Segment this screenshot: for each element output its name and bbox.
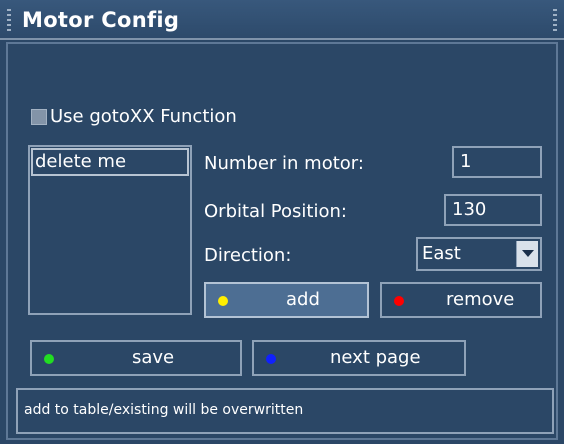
grip-right-icon [553,9,557,31]
window-title: Motor Config [22,8,180,32]
remove-button-label: remove [446,289,515,310]
direction-select[interactable]: East [416,237,542,271]
add-button[interactable]: add [204,282,369,318]
red-dot-icon [394,296,404,306]
gotoxx-checkbox[interactable] [31,109,47,125]
motor-table-list[interactable]: delete me [28,145,192,315]
grip-left-icon [7,9,11,31]
blue-dot-icon [266,354,276,364]
number-in-motor-field[interactable]: 1 [452,146,542,178]
add-button-label: add [286,289,320,310]
number-in-motor-label: Number in motor: [204,153,364,174]
next-page-button[interactable]: next page [252,340,466,376]
title-bar: Motor Config [0,0,564,40]
green-dot-icon [44,354,54,364]
dropdown-arrow-icon[interactable] [516,241,538,267]
gotoxx-label: Use gotoXX Function [50,106,237,127]
direction-value: East [422,243,461,264]
remove-button[interactable]: remove [380,282,542,318]
save-button-label: save [132,347,175,368]
yellow-dot-icon [218,296,228,306]
direction-label: Direction: [204,245,292,266]
next-page-button-label: next page [330,347,421,368]
status-bar: add to table/existing will be overwritte… [16,388,554,434]
orbital-position-label: Orbital Position: [204,201,347,222]
orbital-position-field[interactable]: 130 [444,194,542,226]
list-item[interactable]: delete me [31,148,189,176]
save-button[interactable]: save [30,340,242,376]
